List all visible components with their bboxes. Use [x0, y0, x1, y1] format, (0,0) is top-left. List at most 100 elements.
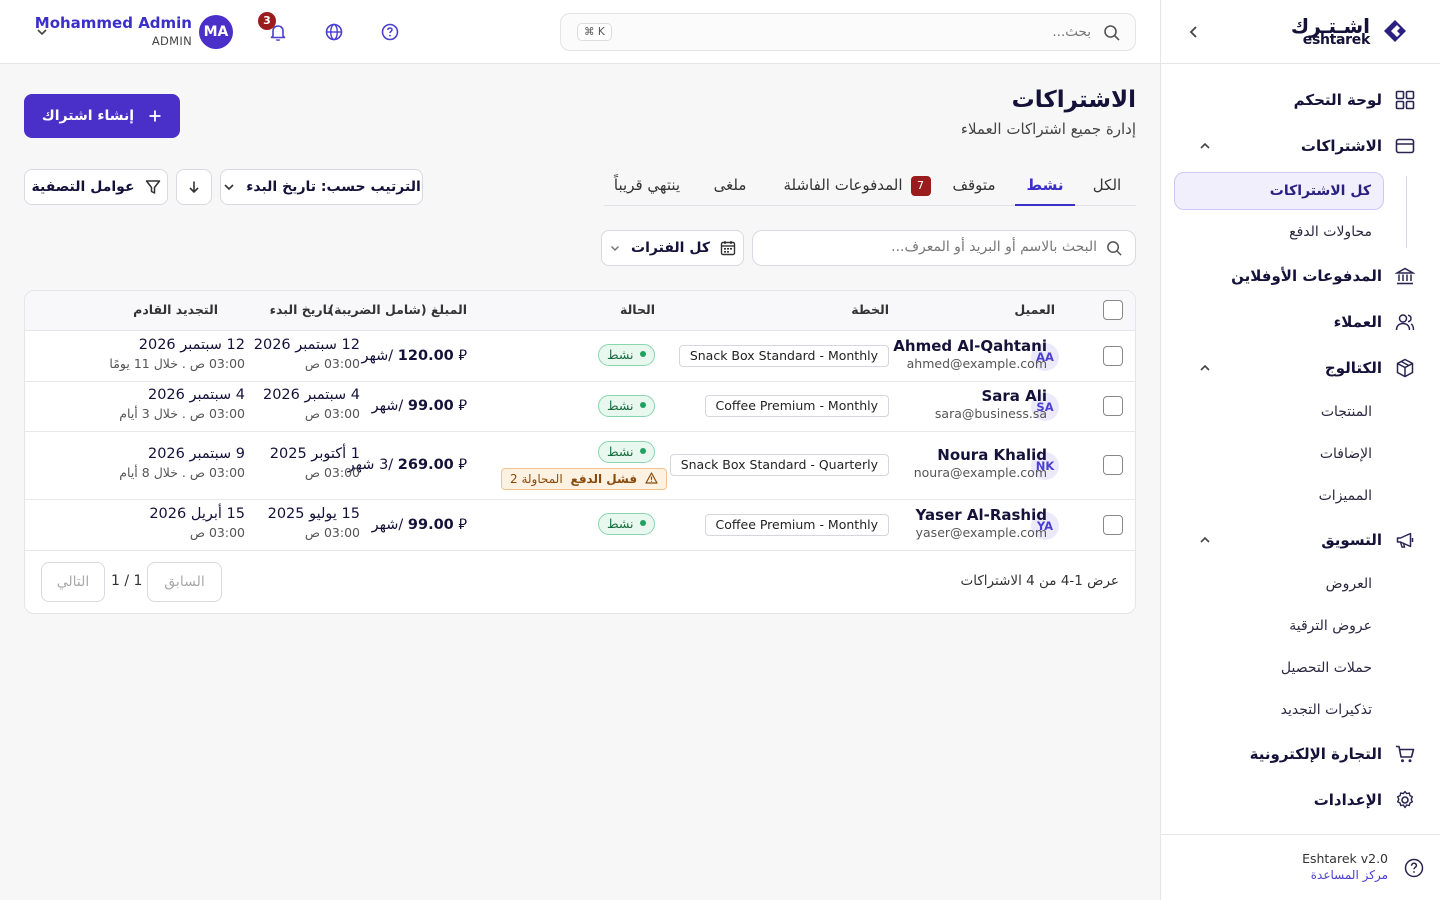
- top-header: بحث... ⌘ K 3 MA Mohammed Admin ADMIN: [0, 0, 1160, 64]
- column-header-customer[interactable]: العميل: [1014, 302, 1055, 317]
- brand-logo[interactable]: اشـتـرك eshtarek: [1291, 14, 1410, 50]
- status-badge: نشط: [598, 441, 655, 463]
- table-row[interactable]: SA Sara Ali sara@business.sa Coffee Prem…: [25, 382, 1135, 432]
- sidebar-subitem-renewal-reminders[interactable]: تذكيرات التجديد: [1281, 692, 1372, 728]
- period-dropdown[interactable]: كل الفترات: [601, 230, 744, 266]
- next-renewal-note: 03:00 ص . خلال 8 أيام: [119, 465, 245, 480]
- column-header-amount[interactable]: المبلغ (شامل الضريبة): [328, 302, 467, 317]
- globe-icon[interactable]: [323, 21, 345, 43]
- sidebar-item-label: المدفوعات الأوفلاين: [1231, 267, 1382, 285]
- sidebar-subitem-upsell-offers[interactable]: عروض الترقية: [1289, 608, 1372, 644]
- help-icon[interactable]: [379, 21, 401, 43]
- help-icon[interactable]: [1404, 858, 1424, 878]
- filters-button[interactable]: عوامل التصفية: [24, 169, 168, 205]
- sidebar-item-label: الكتالوج: [1324, 359, 1382, 377]
- arrow-down-icon: [189, 181, 199, 194]
- sidebar-subitem-addons[interactable]: الإضافات: [1320, 436, 1372, 472]
- amount-value: 99.00: [407, 517, 454, 533]
- row-checkbox[interactable]: [1103, 396, 1123, 416]
- page-count: 1 / 1: [111, 573, 143, 589]
- sidebar-item-label: التجارة الإلكترونية: [1249, 745, 1382, 763]
- create-subscription-button[interactable]: إنشاء اشتراك: [24, 94, 180, 138]
- tab-ending-soon[interactable]: ينتهي قريباً: [602, 164, 692, 206]
- dashboard-icon: [1394, 89, 1416, 111]
- status-dot: [639, 402, 646, 408]
- status-badge: نشط: [598, 344, 655, 366]
- status-label: نشط: [607, 516, 634, 531]
- table-row[interactable]: NK Noura Khalid noura@example.com Snack …: [25, 432, 1135, 500]
- customer-name[interactable]: Yaser Al-Rashid: [916, 506, 1047, 524]
- divider: [1161, 834, 1440, 835]
- plan-badge: Coffee Premium - Monthly: [704, 514, 889, 536]
- amount-currency: ⃁: [458, 398, 467, 414]
- sidebar-item-subscriptions[interactable]: الاشتراكات: [1185, 130, 1416, 162]
- tab-active[interactable]: نشط: [1015, 164, 1075, 206]
- select-all-checkbox[interactable]: [1103, 300, 1123, 320]
- sidebar-subitem-dunning-campaigns[interactable]: حملات التحصيل: [1281, 650, 1372, 686]
- cart-icon: [1394, 743, 1416, 765]
- row-checkbox[interactable]: [1103, 455, 1123, 475]
- customer-name[interactable]: Ahmed Al-Qahtani: [893, 337, 1047, 355]
- sidebar-subitem-all-subscriptions[interactable]: كل الاشتراكات: [1174, 172, 1384, 210]
- customer-name[interactable]: Noura Khalid: [937, 446, 1047, 464]
- filter-icon: [145, 180, 160, 194]
- sidebar-subitem-products[interactable]: المنتجات: [1321, 394, 1372, 430]
- sidebar-item-customers[interactable]: العملاء: [1185, 306, 1416, 338]
- subscription-search-input[interactable]: البحث بالاسم أو البريد أو المعرف...: [752, 230, 1136, 266]
- next-renewal-date: 4 سبتمبر 2026: [147, 387, 245, 403]
- amount: ⃁ 120.00 /شهر: [361, 346, 467, 365]
- column-header-next-renewal[interactable]: التجديد القادم: [133, 302, 218, 317]
- tab-paused[interactable]: متوقف: [937, 164, 1011, 206]
- sidebar-subitem-offers[interactable]: العروض: [1326, 566, 1372, 602]
- table-row[interactable]: YA Yaser Al-Rashid yaser@example.com Cof…: [25, 500, 1135, 551]
- start-date: 1 أكتوبر 2025: [269, 446, 360, 462]
- customer-name[interactable]: Sara Ali: [981, 387, 1047, 405]
- subscriptions-table: العميل الخطة الحالة المبلغ (شامل الضريبة…: [24, 290, 1136, 614]
- sort-direction-button[interactable]: [176, 169, 212, 205]
- sort-dropdown[interactable]: الترتيب حسب: تاريخ البدء: [220, 169, 423, 205]
- row-checkbox[interactable]: [1103, 515, 1123, 535]
- start-time: 03:00 ص: [304, 406, 360, 421]
- global-search-input[interactable]: بحث... ⌘ K: [560, 13, 1136, 51]
- sidebar-item-ecommerce[interactable]: التجارة الإلكترونية: [1185, 738, 1416, 770]
- next-renewal-note: 03:00 ص: [189, 525, 245, 540]
- status-tabs: الكل نشط متوقف 7 المدفوعات الفاشلة ملغى ي…: [604, 164, 1136, 206]
- next-page-button[interactable]: التالي: [41, 562, 105, 602]
- sidebar-item-settings[interactable]: الإعدادات: [1185, 784, 1416, 816]
- sidebar-subitem-payment-attempts[interactable]: محاولات الدفع: [1289, 214, 1372, 250]
- chevron-up-icon: [1200, 364, 1210, 371]
- amount-currency: ⃁: [458, 348, 467, 364]
- users-icon: [1394, 311, 1416, 333]
- sidebar-item-label: الاشتراكات: [1300, 137, 1382, 155]
- user-name[interactable]: Mohammed Admin: [35, 14, 192, 32]
- column-header-status[interactable]: الحالة: [620, 302, 655, 317]
- tab-all[interactable]: الكل: [1078, 164, 1136, 206]
- sidebar-item-offline-payments[interactable]: المدفوعات الأوفلاين: [1185, 260, 1416, 292]
- table-row[interactable]: AA Ahmed Al-Qahtani ahmed@example.com Sn…: [25, 331, 1135, 382]
- sidebar-subitem-features[interactable]: المميزات: [1319, 478, 1372, 514]
- bank-icon: [1394, 265, 1416, 287]
- sidebar-item-label: التسويق: [1321, 531, 1382, 549]
- sidebar-item-dashboard[interactable]: لوحة التحكم: [1185, 84, 1416, 116]
- megaphone-icon: [1394, 529, 1416, 551]
- search-icon: [1104, 25, 1120, 41]
- tab-canceled[interactable]: ملغى: [700, 164, 760, 206]
- help-center-link[interactable]: مركز المساعدة: [1311, 868, 1388, 882]
- status-badge: نشط: [598, 395, 655, 417]
- next-renewal-date: 15 أبريل 2026: [149, 506, 245, 522]
- tab-label: المدفوعات الفاشلة: [783, 176, 903, 194]
- status-dot: [639, 520, 646, 526]
- start-time: 03:00 ص: [304, 356, 360, 371]
- tab-failed-payments[interactable]: 7 المدفوعات الفاشلة: [782, 164, 932, 206]
- chevron-down-icon[interactable]: [34, 24, 50, 40]
- row-checkbox[interactable]: [1103, 346, 1123, 366]
- user-avatar[interactable]: MA: [199, 15, 233, 49]
- sidebar-item-catalog[interactable]: الكتالوج: [1185, 352, 1416, 384]
- chevron-up-icon: [1200, 536, 1210, 543]
- collapse-sidebar-button[interactable]: [1183, 21, 1205, 43]
- column-header-plan[interactable]: الخطة: [851, 302, 889, 317]
- chevron-left-icon: [1189, 26, 1197, 38]
- sidebar-item-marketing[interactable]: التسويق: [1185, 524, 1416, 556]
- previous-page-button[interactable]: السابق: [147, 562, 222, 602]
- column-header-start-date[interactable]: تاريخ البدء: [270, 302, 332, 317]
